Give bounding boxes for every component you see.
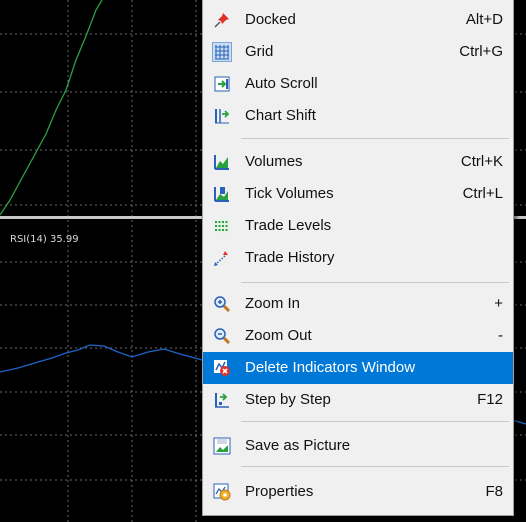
menu-item-label: Properties	[245, 483, 314, 500]
menu-item-docked[interactable]: Docked Alt+D	[203, 4, 513, 36]
menu-item-zoom-out[interactable]: Zoom Out -	[203, 320, 513, 352]
menu-item-trade-history[interactable]: Trade History	[203, 242, 513, 274]
menu-item-shortcut: F8	[485, 483, 503, 500]
menu-item-shortcut: F12	[477, 391, 503, 408]
rsi-indicator-label: RSI(14) 35.99	[10, 234, 79, 245]
properties-icon	[213, 483, 231, 501]
menu-separator	[241, 138, 509, 139]
menu-item-volumes[interactable]: Volumes Ctrl+K	[203, 146, 513, 178]
tick-volumes-icon	[213, 185, 231, 203]
menu-item-label: Zoom In	[245, 295, 301, 312]
menu-item-label: Volumes	[245, 153, 303, 170]
delete-indicator-icon	[213, 359, 231, 377]
menu-item-shortcut: Ctrl+G	[459, 43, 503, 60]
menu-separator	[241, 421, 509, 422]
zoom-out-icon	[213, 327, 231, 345]
menu-item-shortcut: Ctrl+K	[460, 153, 503, 170]
menu-item-shortcut: +	[494, 295, 503, 312]
menu-item-properties[interactable]: Properties F8	[203, 476, 513, 508]
context-menu: Docked Alt+D Grid Ctrl+G Auto Scroll Cha…	[202, 0, 514, 516]
rsi-line	[0, 344, 203, 373]
step-icon	[213, 391, 231, 409]
menu-item-label: Save as Picture	[245, 437, 351, 454]
menu-separator	[241, 466, 509, 467]
menu-item-trade-levels[interactable]: Trade Levels	[203, 210, 513, 242]
chart-shift-icon	[213, 107, 231, 125]
price-line	[0, 0, 103, 216]
menu-item-grid[interactable]: Grid Ctrl+G	[203, 36, 513, 68]
menu-item-label: Docked	[245, 11, 296, 28]
trade-levels-icon	[213, 217, 231, 235]
menu-item-label: Tick Volumes	[245, 185, 334, 202]
menu-item-label: Grid	[245, 43, 274, 60]
menu-item-label: Trade History	[245, 249, 335, 266]
trade-history-icon	[213, 249, 231, 267]
pin-icon	[213, 11, 231, 29]
menu-item-chart-shift[interactable]: Chart Shift	[203, 100, 513, 132]
zoom-in-icon	[213, 295, 231, 313]
menu-item-step-by-step[interactable]: Step by Step F12	[203, 384, 513, 416]
menu-item-save-as-picture[interactable]: Save as Picture	[203, 430, 513, 462]
menu-item-label: Step by Step	[245, 391, 331, 408]
menu-item-label: Chart Shift	[245, 107, 316, 124]
volumes-icon	[213, 153, 231, 171]
menu-item-label: Auto Scroll	[245, 75, 318, 92]
menu-item-label: Zoom Out	[245, 327, 312, 344]
menu-item-label: Delete Indicators Window	[245, 359, 416, 376]
menu-item-tick-volumes[interactable]: Tick Volumes Ctrl+L	[203, 178, 513, 210]
save-picture-icon	[213, 437, 231, 455]
grid-icon	[212, 42, 232, 62]
menu-item-auto-scroll[interactable]: Auto Scroll	[203, 68, 513, 100]
auto-scroll-icon	[213, 75, 231, 93]
menu-item-shortcut: Ctrl+L	[462, 185, 503, 202]
menu-item-shortcut: Alt+D	[465, 11, 503, 28]
menu-item-label: Trade Levels	[245, 217, 332, 234]
menu-item-zoom-in[interactable]: Zoom In +	[203, 288, 513, 320]
menu-separator	[241, 282, 509, 283]
menu-item-shortcut: -	[498, 327, 503, 344]
menu-item-delete-indicators-window[interactable]: Delete Indicators Window	[203, 352, 513, 384]
